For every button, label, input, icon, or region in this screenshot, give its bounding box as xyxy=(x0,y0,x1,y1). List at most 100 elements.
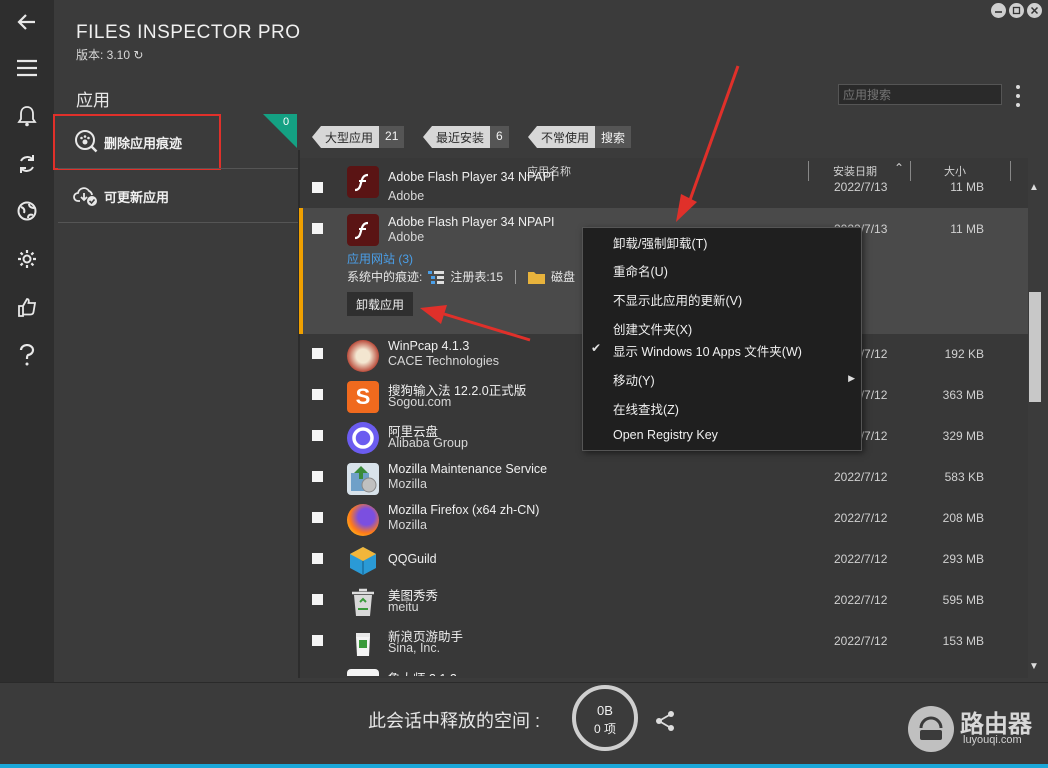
table-row[interactable]: QQGuild 2022/7/12 293 MB xyxy=(298,540,1028,581)
menu-item-show-win10-apps[interactable]: 显示 Windows 10 Apps 文件夹(W) xyxy=(613,341,802,360)
menu-item-uninstall[interactable]: 卸载/强制卸载(T) xyxy=(613,233,707,252)
hamburger-menu-icon[interactable] xyxy=(0,48,54,88)
help-icon[interactable] xyxy=(0,335,54,375)
install-date: 2022/7/13 xyxy=(834,180,888,194)
app-website-link[interactable]: 应用网站 (3) xyxy=(347,250,413,267)
app-name: 鲁大师 3.1.2 xyxy=(388,668,457,676)
flash-player-icon xyxy=(347,214,379,246)
app-name: Adobe Flash Player 34 NPAPI xyxy=(388,170,555,184)
back-arrow-icon[interactable] xyxy=(0,2,54,42)
disk-count[interactable]: 磁盘 xyxy=(551,268,575,285)
menu-item-search-online[interactable]: 在线查找(Z) xyxy=(613,399,679,418)
table-row[interactable]: 鲁大师 3.1.2 xyxy=(298,663,1028,676)
app-publisher: Alibaba Group xyxy=(388,436,468,450)
bell-icon[interactable] xyxy=(0,96,54,136)
row-checkbox[interactable] xyxy=(312,553,323,564)
sidebar-item-label: 可更新应用 xyxy=(104,189,170,205)
winpcap-icon xyxy=(347,340,379,372)
thumbs-up-icon[interactable] xyxy=(0,287,54,327)
row-checkbox[interactable] xyxy=(312,471,323,482)
search-input[interactable] xyxy=(838,84,1002,105)
app-size: 583 KB xyxy=(944,470,984,484)
row-checkbox[interactable] xyxy=(312,512,323,523)
share-icon[interactable] xyxy=(654,710,676,732)
app-publisher: Mozilla xyxy=(388,477,427,491)
freed-items-count: 0 项 xyxy=(593,722,616,736)
sidebar-item-updatable-apps[interactable]: 可更新应用 xyxy=(58,171,298,221)
gear-icon[interactable] xyxy=(0,239,54,279)
uninstall-app-button[interactable]: 卸载应用 xyxy=(347,292,413,316)
app-size: 329 MB xyxy=(942,429,984,443)
router-logo-icon xyxy=(908,706,954,752)
install-date: 2022/7/12 xyxy=(834,511,888,525)
freed-space-ring xyxy=(572,685,638,751)
filter-label: 大型应用 xyxy=(321,126,380,148)
maximize-icon[interactable] xyxy=(1009,3,1024,18)
app-size: 153 MB xyxy=(942,634,984,648)
traces-label: 系统中的痕迹: xyxy=(347,270,423,284)
scroll-down-icon[interactable]: ▼ xyxy=(1029,661,1039,672)
freed-space-label: 此会话中释放的空间 : xyxy=(368,711,541,731)
filter-large-apps[interactable]: 大型应用 21 xyxy=(312,126,405,148)
app-publisher: Mozilla xyxy=(388,518,427,532)
sogou-icon: S xyxy=(347,381,379,413)
icon-rail xyxy=(0,0,54,682)
refresh-icon[interactable] xyxy=(0,144,54,184)
table-row[interactable]: 新浪页游助手 Sina, Inc. 2022/7/12 153 MB xyxy=(298,622,1028,663)
app-publisher: Sogou.com xyxy=(388,395,452,409)
row-checkbox[interactable] xyxy=(312,635,323,646)
row-checkbox[interactable] xyxy=(312,594,323,605)
row-checkbox[interactable] xyxy=(312,348,323,359)
table-row[interactable]: Mozilla Firefox (x64 zh-CN) Mozilla 2022… xyxy=(298,499,1028,540)
qqguild-icon xyxy=(347,545,379,577)
close-icon[interactable] xyxy=(1027,3,1042,18)
menu-item-open-registry-key[interactable]: Open Registry Key xyxy=(613,428,718,442)
menu-item-rename[interactable]: 重命名(U) xyxy=(613,261,668,280)
table-row[interactable]: Adobe Flash Player 34 NPAPI Adobe 2022/7… xyxy=(298,166,1028,202)
table-row[interactable]: 美图秀秀 meitu 2022/7/12 595 MB xyxy=(298,581,1028,622)
window-controls xyxy=(991,3,1042,18)
app-size: 192 KB xyxy=(944,347,984,361)
system-traces: 系统中的痕迹: 注册表:15 磁盘 xyxy=(347,268,575,285)
minimize-icon[interactable] xyxy=(991,3,1006,18)
count-badge xyxy=(263,114,297,148)
app-size: 11 MB xyxy=(950,180,984,194)
checkmark-icon: ✔ xyxy=(591,341,602,355)
filter-count: 21 xyxy=(379,126,405,148)
flash-player-icon xyxy=(347,166,379,198)
app-name: Mozilla Firefox (x64 zh-CN) xyxy=(388,503,540,517)
trash-can-icon xyxy=(347,627,379,659)
scrollbar-thumb[interactable] xyxy=(1029,292,1041,402)
section-title: 应用 xyxy=(76,91,110,110)
bottom-accent-line xyxy=(0,764,1048,768)
app-name: WinPcap 4.1.3 xyxy=(388,339,470,353)
menu-item-hide-updates[interactable]: 不显示此应用的更新(V) xyxy=(613,290,742,309)
watermark-url: luyouqi.com xyxy=(963,734,1022,746)
app-publisher: Sina, Inc. xyxy=(388,641,441,655)
filter-rarely-used[interactable]: 不常使用 搜索 xyxy=(528,126,632,148)
app-title: FILES INSPECTOR PRO xyxy=(76,22,301,43)
app-size: 595 MB xyxy=(942,593,984,607)
menu-item-create-folder[interactable]: 创建文件夹(X) xyxy=(613,319,692,338)
app-publisher: meitu xyxy=(388,600,419,614)
filter-search-button[interactable]: 搜索 xyxy=(595,126,632,148)
filter-recent-installs[interactable]: 最近安装 6 xyxy=(423,126,509,148)
row-checkbox[interactable] xyxy=(312,430,323,441)
table-row[interactable]: Mozilla Maintenance Service Mozilla 2022… xyxy=(298,458,1028,499)
scroll-up-icon[interactable]: ▲ xyxy=(1029,182,1039,193)
row-checkbox[interactable] xyxy=(312,223,323,234)
menu-item-move[interactable]: 移动(Y) xyxy=(613,370,655,389)
count-badge-value: 0 xyxy=(283,116,290,128)
filter-label: 最近安装 xyxy=(432,126,491,148)
globe-icon[interactable] xyxy=(0,191,54,231)
more-options-icon[interactable] xyxy=(1012,84,1024,108)
sidebar-highlight-box xyxy=(53,114,221,170)
app-name: Mozilla Maintenance Service xyxy=(388,462,548,476)
row-checkbox[interactable] xyxy=(312,389,323,400)
app-size: 363 MB xyxy=(942,388,984,402)
installer-icon xyxy=(347,463,379,495)
registry-count[interactable]: 注册表:15 xyxy=(450,268,503,285)
install-date: 2022/7/12 xyxy=(834,470,888,484)
version-refresh-icon[interactable]: ↻ xyxy=(133,48,143,62)
row-checkbox[interactable] xyxy=(312,182,323,193)
